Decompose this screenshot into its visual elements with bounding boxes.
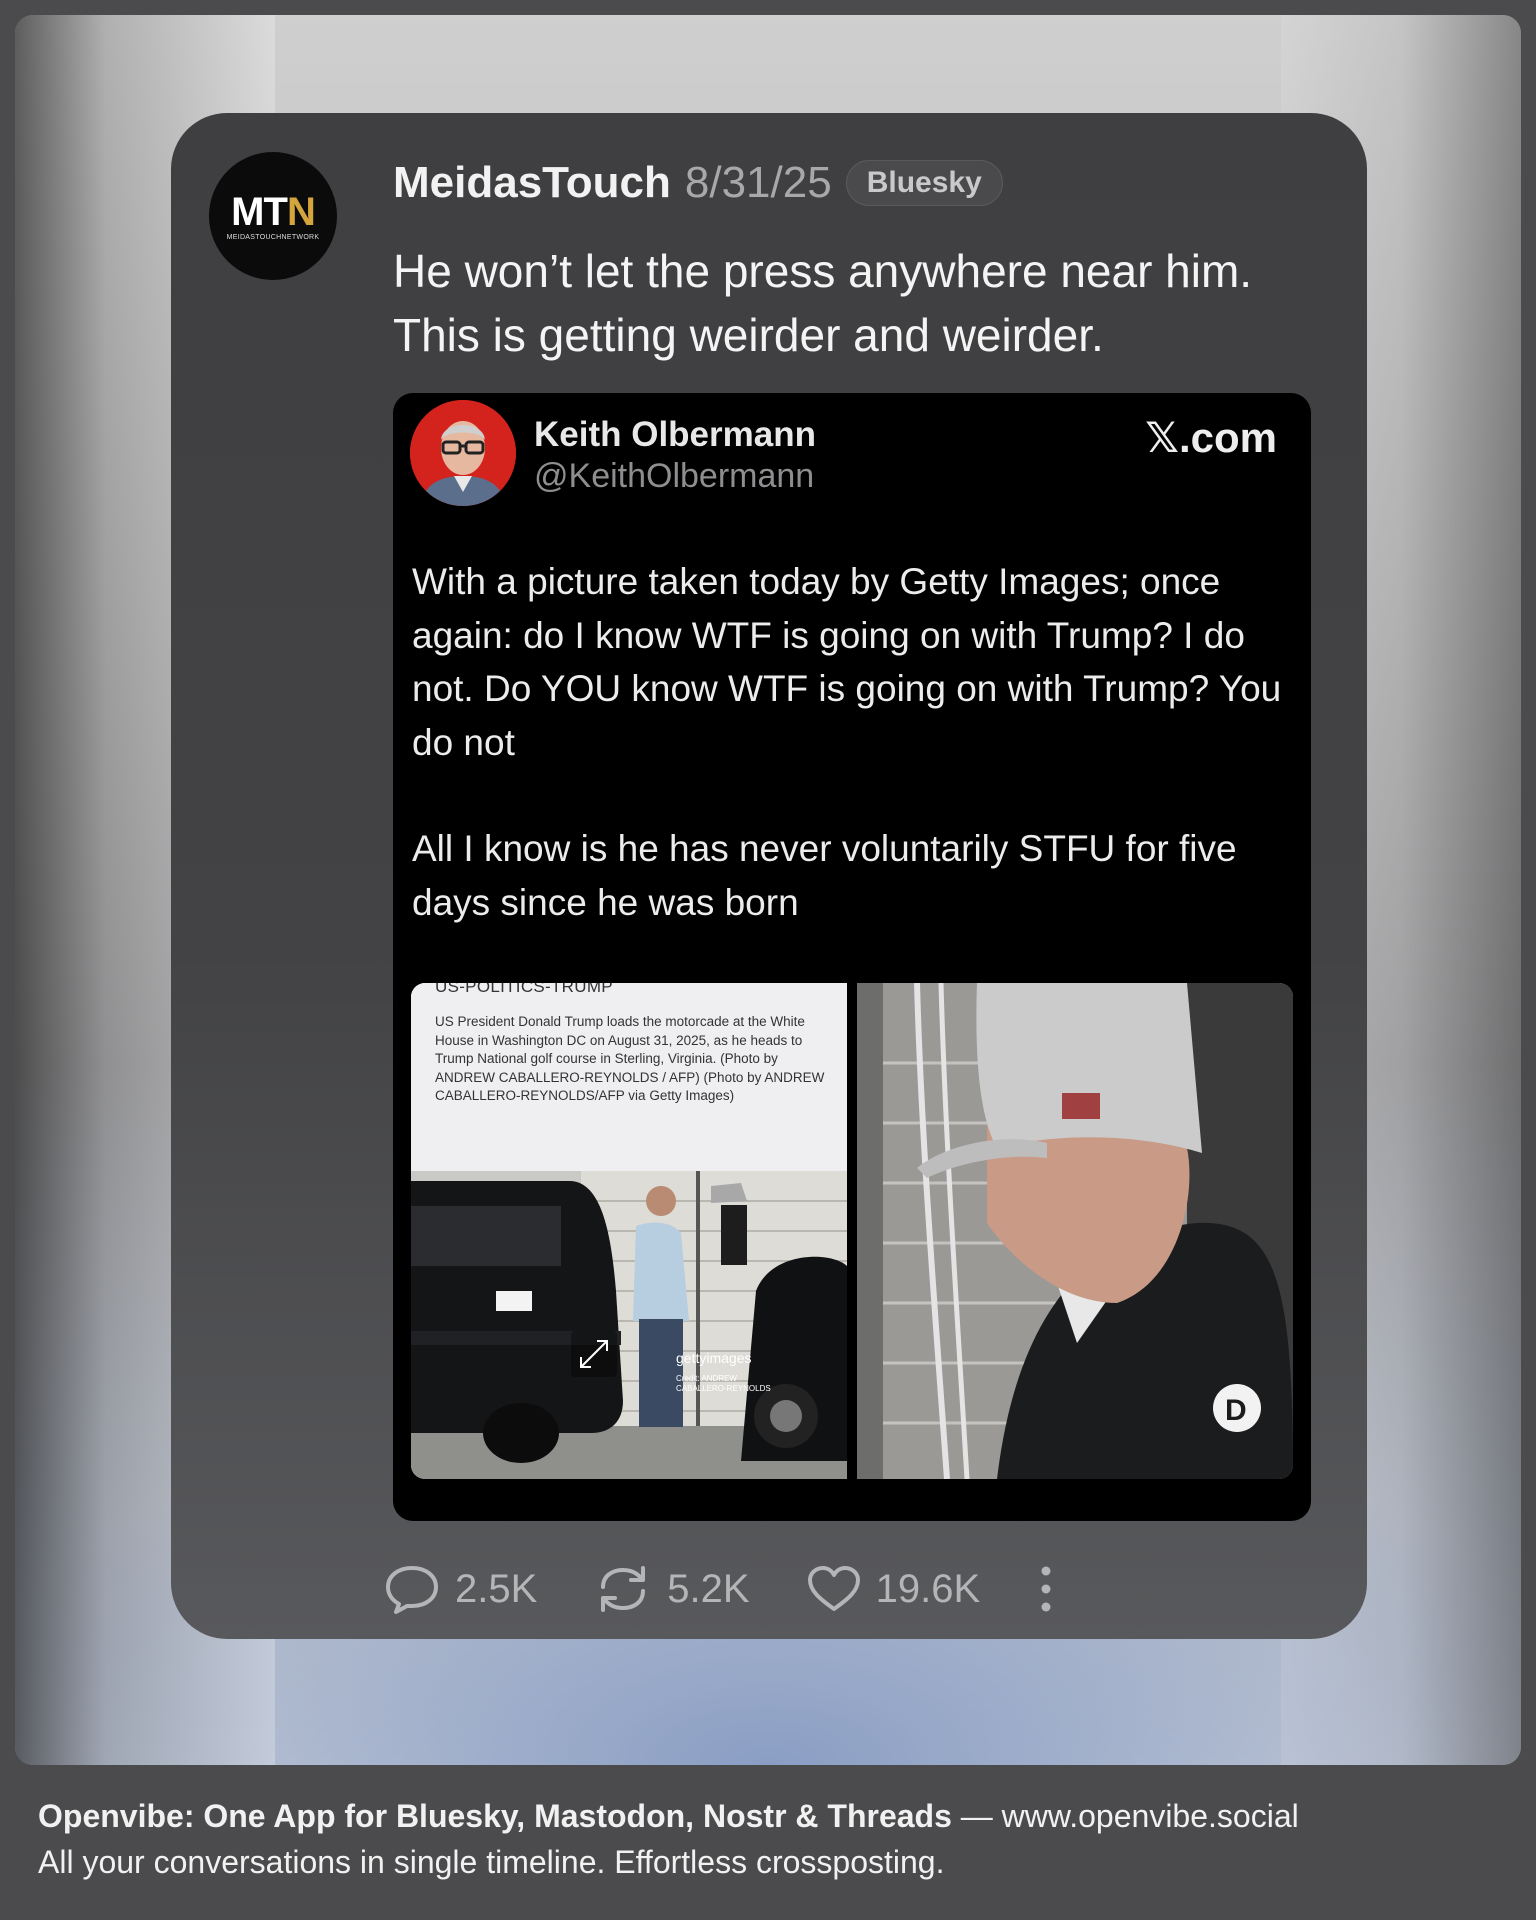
repost-count: 5.2K — [667, 1566, 750, 1611]
embed-paragraph: With a picture taken today by Getty Imag… — [412, 561, 1282, 763]
svg-text:Credit: ANDREW: Credit: ANDREW — [676, 1374, 737, 1383]
getty-watermark: gettyimages — [676, 1350, 751, 1366]
footer-dash: — — [951, 1798, 1002, 1834]
background-stage: MTN MEIDASTOUCHNETWORK MeidasTouch 8/31/… — [15, 15, 1521, 1765]
promo-footer: Openvibe: One App for Bluesky, Mastodon,… — [38, 1793, 1498, 1885]
like-count: 19.6K — [875, 1566, 981, 1611]
more-options-button[interactable] — [1036, 1563, 1056, 1615]
photo-caption-title: US-POLITICS-TRUMP — [435, 983, 613, 996]
repost-icon — [601, 1566, 646, 1612]
footer-url[interactable]: www.openvibe.social — [1002, 1798, 1299, 1834]
post-text-line: He won’t let the press anywhere near him… — [393, 245, 1253, 297]
comment-icon — [386, 1566, 438, 1614]
footer-tagline: All your conversations in single timelin… — [38, 1844, 945, 1880]
getty-photo[interactable]: US-POLITICS-TRUMP US President Donald Tr… — [411, 983, 847, 1479]
post-header: MeidasTouch 8/31/25 Bluesky — [393, 158, 1003, 208]
platform-badge: Bluesky — [845, 160, 1003, 206]
repost-button[interactable]: 5.2K — [593, 1563, 750, 1615]
closeup-image: D — [857, 983, 1293, 1479]
post-text-line: This is getting weirder and weirder. — [393, 309, 1104, 361]
post-text: He won’t let the press anywhere near him… — [393, 239, 1333, 367]
photo-caption: US President Donald Trump loads the moto… — [435, 1014, 825, 1103]
reply-count: 2.5K — [455, 1566, 538, 1611]
embedded-post[interactable]: Keith Olbermann @KeithOlbermann 𝕏.com Wi… — [393, 393, 1311, 1521]
heart-icon — [807, 1566, 860, 1611]
author-name[interactable]: MeidasTouch — [393, 158, 671, 208]
avatar-logo-subtext: MEIDASTOUCHNETWORK — [226, 233, 320, 241]
embed-text: With a picture taken today by Getty Imag… — [412, 555, 1302, 929]
expand-icon — [571, 1331, 617, 1377]
motorcade-photo: gettyimages Credit: ANDREW CABALLERO-REY… — [411, 1171, 847, 1479]
reply-button[interactable]: 2.5K — [383, 1563, 537, 1615]
post-card[interactable]: MTN MEIDASTOUCHNETWORK MeidasTouch 8/31/… — [171, 113, 1367, 1639]
post-actions: 2.5K 5.2K 19.6K — [383, 1559, 1112, 1619]
embed-author-handle[interactable]: @KeithOlbermann — [534, 457, 814, 496]
post-date: 8/31/25 — [684, 158, 832, 207]
x-com-source[interactable]: 𝕏.com — [1145, 413, 1277, 462]
author-avatar[interactable]: MTN MEIDASTOUCHNETWORK — [209, 152, 337, 280]
svg-text:CABALLERO-REYNOLDS: CABALLERO-REYNOLDS — [676, 1384, 771, 1393]
embed-author-name[interactable]: Keith Olbermann — [534, 415, 816, 455]
embed-author-avatar — [410, 400, 516, 506]
more-vertical-icon — [1041, 1566, 1051, 1612]
footer-line: Openvibe: One App for Bluesky, Mastodon,… — [38, 1793, 1498, 1839]
embed-photos[interactable]: US-POLITICS-TRUMP US President Donald Tr… — [411, 983, 1293, 1479]
embed-paragraph: All I know is he has never voluntarily S… — [412, 828, 1237, 923]
avatar-logo-text: MTN — [231, 189, 316, 234]
closeup-photo[interactable]: D — [857, 983, 1293, 1479]
like-button[interactable]: 19.6K — [806, 1563, 981, 1615]
svg-text:D: D — [1225, 1394, 1247, 1427]
footer-title: Openvibe: One App for Bluesky, Mastodon,… — [38, 1798, 952, 1834]
mtn-logo: MTN MEIDASTOUCHNETWORK — [227, 192, 320, 241]
